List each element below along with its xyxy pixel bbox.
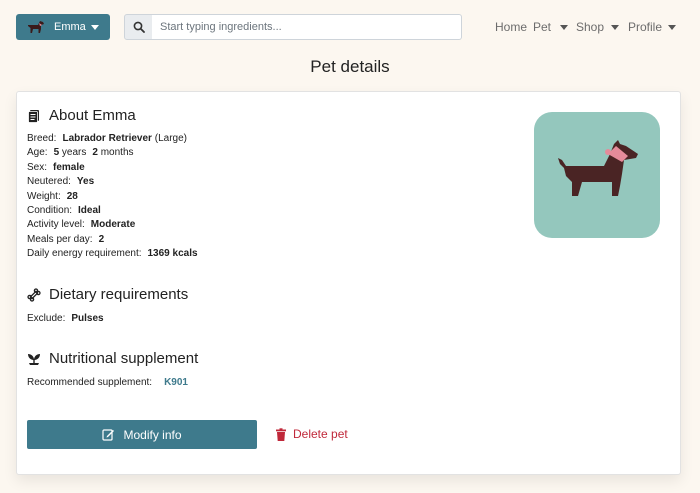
modify-info-button[interactable]: Modify info (27, 420, 257, 449)
document-icon (28, 109, 39, 123)
delete-pet-button[interactable]: Delete pet (275, 427, 348, 441)
trash-icon (276, 427, 286, 441)
sex-row: Sex: female (27, 162, 85, 173)
edit-icon (102, 429, 115, 441)
nav-profile[interactable]: Profile (628, 20, 662, 34)
search-button[interactable] (124, 14, 153, 40)
page-title: Pet details (310, 57, 390, 76)
supplement-section-title: Nutritional supplement (27, 350, 198, 367)
meals-row: Meals per day: 2 (27, 234, 105, 245)
pet-details-card: About Emma Breed: Labrador Retriever (Lar… (16, 91, 681, 475)
bone-icon (27, 287, 41, 302)
supplement-link[interactable]: K901 (164, 377, 188, 388)
pet-selector-button[interactable]: Emma (16, 14, 110, 40)
breed-row: Breed: Labrador Retriever (Large) (27, 133, 187, 144)
chevron-down-icon[interactable] (611, 25, 619, 30)
chevron-down-icon[interactable] (560, 25, 568, 30)
modify-info-label: Modify info (123, 427, 182, 442)
about-section-title: About Emma (27, 107, 136, 124)
activity-row: Activity level: Moderate (27, 219, 136, 230)
condition-row: Condition: Ideal (27, 205, 101, 216)
chevron-down-icon[interactable] (668, 25, 676, 30)
recommended-supplement-row: Recommended supplement: K901 (27, 377, 188, 388)
dietary-title: Dietary requirements (49, 286, 189, 303)
nav-pet[interactable]: Pet (533, 20, 551, 34)
dietary-section-title: Dietary requirements (27, 286, 188, 303)
energy-row: Daily energy requirement: 1369 kcals (27, 248, 198, 259)
about-title: About Emma (49, 107, 136, 124)
delete-pet-label: Delete pet (293, 427, 348, 441)
age-row: Age: 5 years 2 months (27, 147, 134, 158)
chevron-down-icon (91, 25, 99, 30)
search-input[interactable] (152, 14, 462, 40)
nav-home[interactable]: Home (495, 20, 527, 34)
pet-selector-name: Emma (54, 21, 86, 33)
neutered-row: Neutered: Yes (27, 176, 95, 187)
nav-shop[interactable]: Shop (576, 20, 604, 34)
dog-icon (558, 140, 638, 196)
exclude-row: Exclude: Pulses (27, 313, 104, 324)
seedling-icon (28, 353, 40, 365)
dog-icon (26, 19, 46, 37)
supplement-title: Nutritional supplement (49, 350, 199, 367)
pet-avatar (534, 112, 660, 238)
weight-row: Weight: 28 (27, 191, 78, 202)
search-icon (133, 21, 145, 33)
